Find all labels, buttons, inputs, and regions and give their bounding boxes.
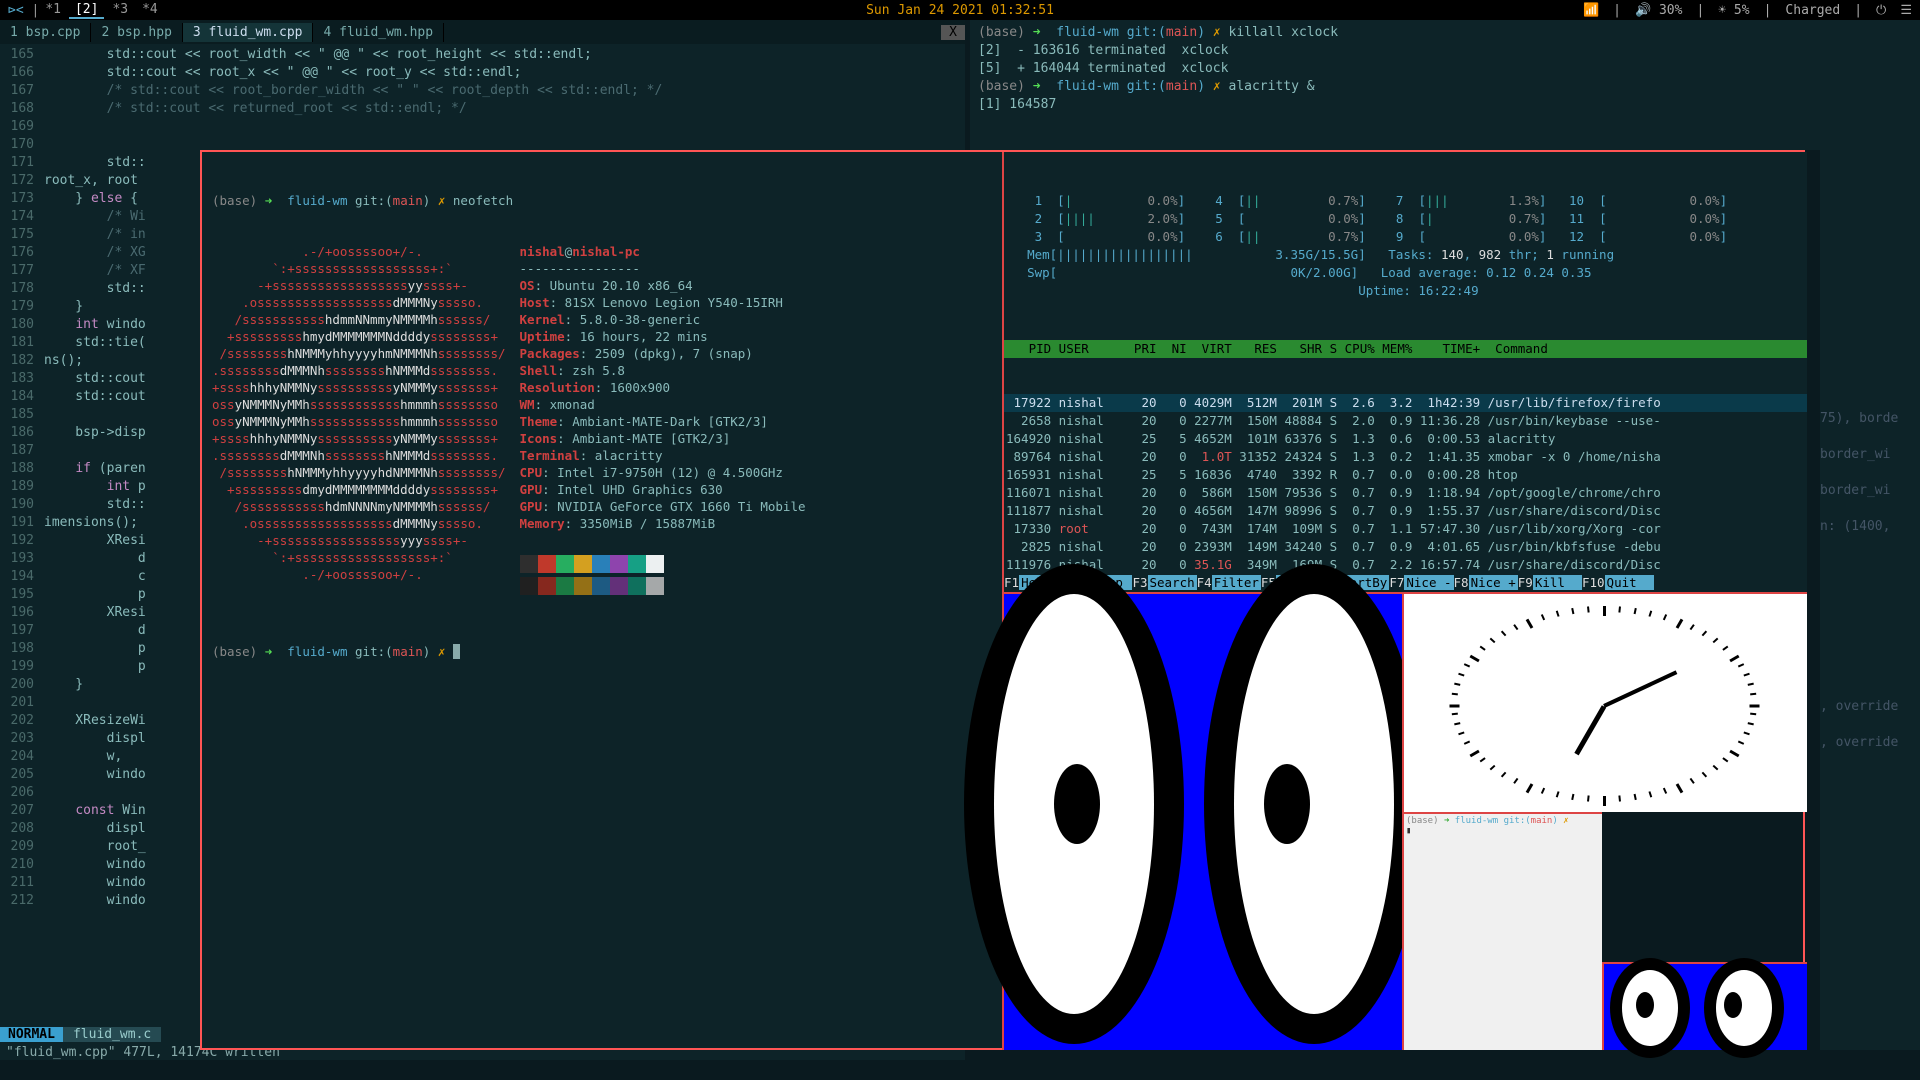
tab-bsp.cpp[interactable]: 1 bsp.cpp (0, 23, 91, 42)
power-icon[interactable]: ⏻ (1876, 3, 1886, 18)
eye-left-small (1610, 958, 1690, 1058)
neofetch-ascii: .-/+oossssoo+/-. `:+ssssssssssssssssss+:… (212, 243, 506, 599)
process-row[interactable]: 2825 nishal 20 0 2393M 149M 34240 S 0.7 … (1004, 538, 1807, 556)
floating-group: (base) ➜ fluid-wm git:(main) ✗ neofetch … (200, 150, 1805, 1050)
process-row[interactable]: 2658 nishal 20 0 2277M 150M 48884 S 2.0 … (1004, 412, 1807, 430)
editor-tabs: 1 bsp.cpp 2 bsp.hpp 3 fluid_wm.cpp 4 flu… (0, 20, 965, 44)
workspace-list: *1[2]*3*4 (39, 2, 163, 19)
process-row[interactable]: 111877 nishal 20 0 4656M 147M 98996 S 0.… (1004, 502, 1807, 520)
neofetch-terminal[interactable]: (base) ➜ fluid-wm git:(main) ✗ neofetch … (202, 152, 1002, 1048)
xeyes-small[interactable] (1602, 962, 1807, 1050)
eye-left (964, 564, 1184, 1044)
clock: Sun Jan 24 2021 01:32:51 (866, 3, 1054, 18)
process-row[interactable]: 17330 root 20 0 743M 174M 109M S 0.7 1.1… (1004, 520, 1807, 538)
eye-right (1204, 564, 1424, 1044)
volume: 🔊 30% (1635, 3, 1683, 18)
htop-header[interactable]: PID USER PRI NI VIRT RES SHR S CPU% MEM%… (1004, 340, 1807, 358)
clock-face (1444, 604, 1764, 804)
close-button[interactable]: X (941, 25, 965, 40)
neofetch-info: nishal@nishal-pc ---------------- OS: Ub… (520, 243, 806, 599)
process-row[interactable]: 116071 nishal 20 0 586M 150M 79536 S 0.7… (1004, 484, 1807, 502)
xmonad-icon: ⊳< (8, 3, 24, 18)
process-row[interactable]: 89764 nishal 20 0 1.0T 31352 24324 S 1.3… (1004, 448, 1807, 466)
workspace-4[interactable]: *4 (136, 2, 164, 19)
htop-fkeys[interactable]: F1Help F2Setup F3SearchF4FilterF5Tree F6… (1004, 574, 1807, 592)
eye-right-small (1704, 958, 1784, 1058)
tab-fluid_wm.hpp[interactable]: 4 fluid_wm.hpp (313, 23, 444, 42)
workspace-3[interactable]: *3 (106, 2, 134, 19)
process-row[interactable]: 165931 nishal 25 5 16836 4740 3392 R 0.7… (1004, 466, 1807, 484)
status-file: fluid_wm.c (63, 1027, 161, 1042)
process-row[interactable]: 111976 nishal 20 0 35.1G 349M 169M S 0.7… (1004, 556, 1807, 574)
menu-icon[interactable]: ☰ (1900, 3, 1912, 18)
battery: Charged (1785, 3, 1840, 18)
tab-fluid_wm.cpp[interactable]: 3 fluid_wm.cpp (183, 23, 314, 42)
htop-window[interactable]: 1 [| 0.0%] 4 [|| 0.7%] 7 [||| 1.3%] 10 [… (1002, 152, 1807, 592)
wifi-icon: 📶 (1583, 3, 1599, 18)
mini-terminal[interactable]: (base) ➜ fluid-wm git:(main) ✗▮ (1402, 812, 1602, 1050)
process-row[interactable]: 164920 nishal 25 5 4652M 101M 63376 S 1.… (1004, 430, 1807, 448)
vim-mode: NORMAL (0, 1027, 63, 1042)
xeyes-window[interactable] (1002, 592, 1402, 1050)
tab-bsp.hpp[interactable]: 2 bsp.hpp (91, 23, 182, 42)
process-row[interactable]: 17922 nishal 20 0 4029M 512M 201M S 2.6 … (1004, 394, 1807, 412)
brightness: ☀ 5% (1718, 3, 1749, 18)
workspace-1[interactable]: *1 (39, 2, 67, 19)
terminal-upper-right[interactable]: (base) ➜ fluid-wm git:(main) ✗ killall x… (970, 20, 1920, 150)
background-code: 75), borde border_wi border_wi n: (1400,… (1820, 150, 1920, 1050)
xclock-window[interactable] (1402, 592, 1807, 812)
workspace-2[interactable]: [2] (69, 2, 104, 19)
